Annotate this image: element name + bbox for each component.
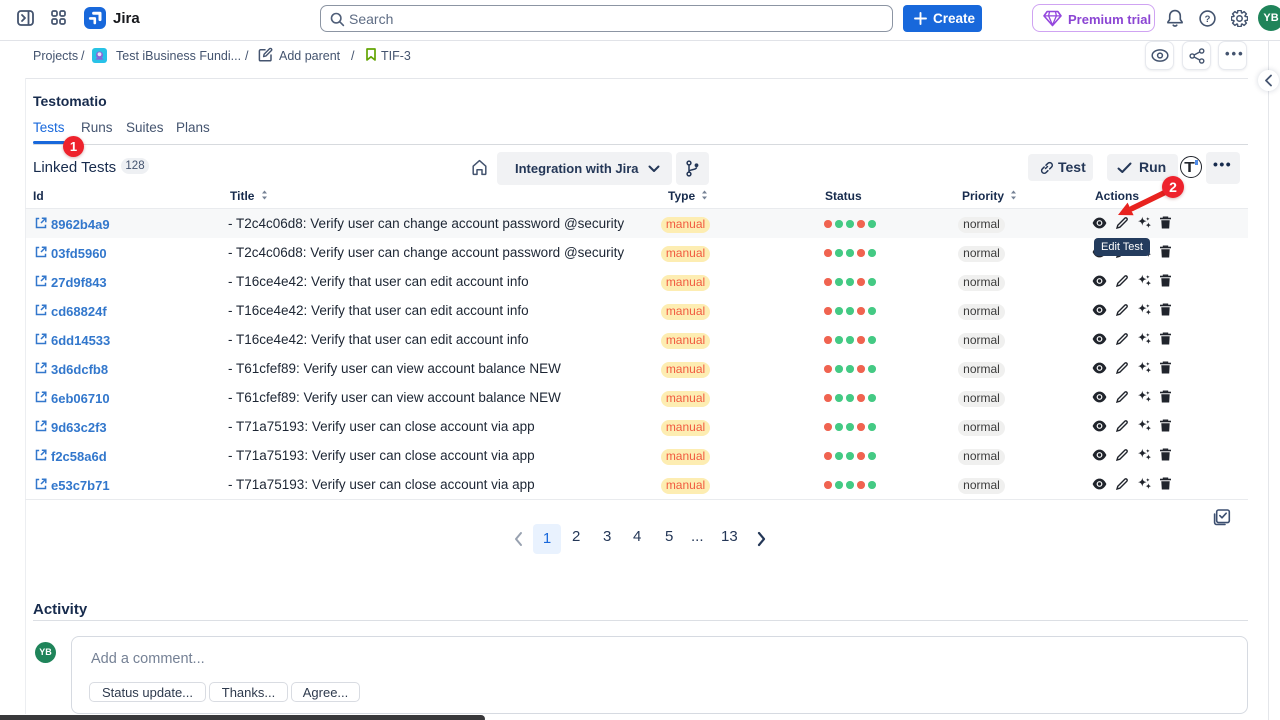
svg-text:?: ?	[1205, 14, 1211, 25]
